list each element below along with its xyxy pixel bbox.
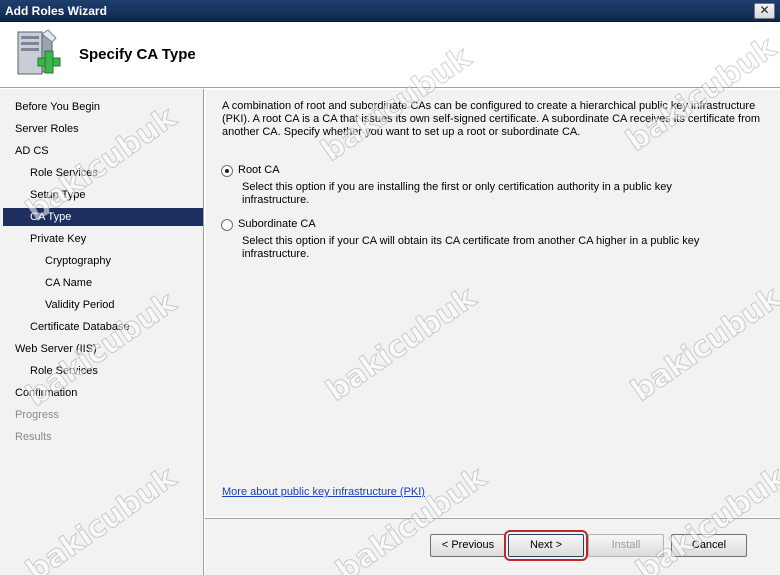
window-title: Add Roles Wizard xyxy=(5,4,107,18)
wizard-header: Specify CA Type xyxy=(0,22,780,88)
nav-step-results: Results xyxy=(15,431,52,443)
nav-step-role-services[interactable]: Role Services xyxy=(3,164,203,182)
root-ca-radio[interactable] xyxy=(221,165,233,177)
pki-help-link[interactable]: More about public key infrastructure (PK… xyxy=(222,486,425,498)
nav-step-web-server[interactable]: Web Server (IIS) xyxy=(3,340,203,358)
next-button[interactable]: Next > xyxy=(504,530,588,561)
close-button[interactable]: ✕ xyxy=(754,3,775,19)
subordinate-ca-label[interactable]: Subordinate CA xyxy=(238,218,316,230)
close-icon: ✕ xyxy=(759,3,770,17)
server-add-icon xyxy=(17,29,61,75)
root-ca-description: Select this option if you are installing… xyxy=(242,181,672,206)
nav-step-certificate-database[interactable]: Certificate Database xyxy=(3,318,203,336)
intro-text: A combination of root and subordinate CA… xyxy=(222,100,761,138)
nav-step-before-you-begin[interactable]: Before You Begin xyxy=(3,98,203,116)
previous-button[interactable]: < Previous xyxy=(430,534,506,557)
window-titlebar: Add Roles Wizard ✕ xyxy=(0,0,780,22)
cancel-button[interactable]: Cancel xyxy=(671,534,747,557)
nav-step-progress: Progress xyxy=(15,409,60,421)
nav-step-setup-type[interactable]: Setup Type xyxy=(3,186,203,204)
nav-step-server-roles[interactable]: Server Roles xyxy=(3,120,203,138)
nav-step-ca-name[interactable]: CA Name xyxy=(3,274,203,292)
nav-step-ad-cs[interactable]: AD CS xyxy=(3,142,203,160)
page-title: Specify CA Type xyxy=(79,46,196,63)
subordinate-ca-description: Select this option if your CA will obtai… xyxy=(242,235,700,260)
nav-step-confirmation[interactable]: Confirmation xyxy=(3,384,203,402)
nav-step-validity-period[interactable]: Validity Period xyxy=(3,296,203,314)
nav-step-cryptography[interactable]: Cryptography xyxy=(3,252,203,270)
subordinate-ca-radio[interactable] xyxy=(221,219,233,231)
content-pane xyxy=(205,89,780,517)
nav-step-ca-type[interactable]: CA Type xyxy=(3,208,203,226)
nav-step-web-role-services[interactable]: Role Services xyxy=(3,362,203,380)
nav-step-private-key[interactable]: Private Key xyxy=(3,230,203,248)
install-button: Install xyxy=(588,534,664,557)
root-ca-label[interactable]: Root CA xyxy=(238,164,280,176)
